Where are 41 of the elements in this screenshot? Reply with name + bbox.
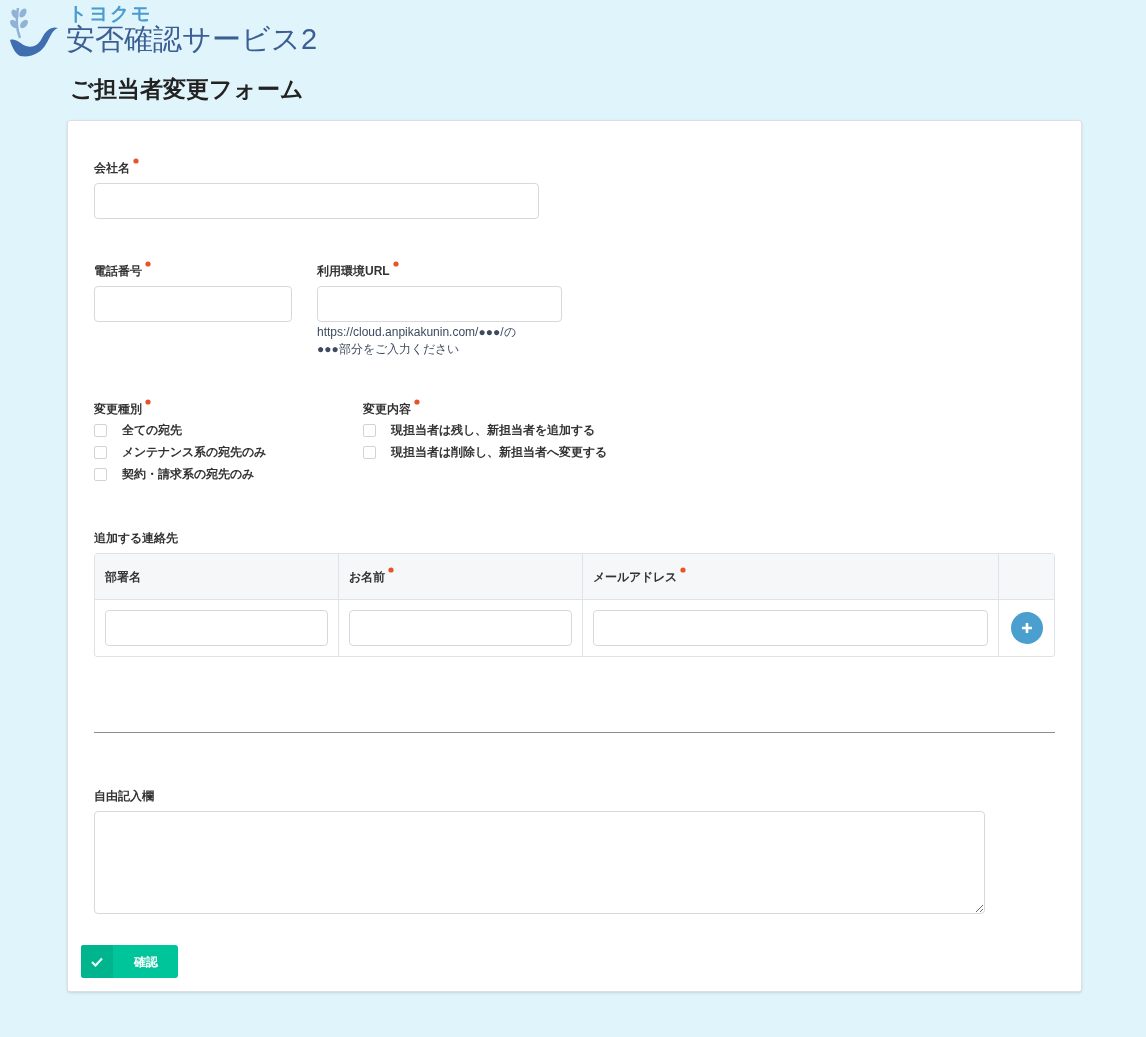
page-title: ご担当者変更フォーム	[70, 75, 305, 104]
checkbox[interactable]	[363, 423, 376, 437]
required-icon	[145, 399, 151, 405]
checkbox-label: 契約・請求系の宛先のみ	[122, 466, 254, 483]
checkbox-label: 現担当者は残し、新担当者を追加する	[391, 422, 595, 439]
column-header: 部署名	[105, 568, 141, 586]
input-field[interactable]	[94, 286, 292, 322]
checkbox-label: 現担当者は削除し、新担当者へ変更する	[391, 444, 607, 461]
field-label: 変更種別	[94, 400, 151, 418]
field-label: 電話番号	[94, 262, 151, 280]
notes-textarea[interactable]	[94, 811, 985, 914]
required-icon	[388, 566, 394, 573]
field-label: 会社名	[94, 159, 139, 177]
field-label: 利用環境URL	[317, 262, 399, 280]
brand-name: トヨクモ	[68, 4, 153, 23]
required-icon	[145, 261, 151, 267]
input-field[interactable]	[593, 610, 988, 646]
input-field[interactable]	[105, 610, 328, 646]
confirm-button[interactable]: 確認	[81, 945, 178, 978]
checkbox[interactable]	[94, 467, 107, 481]
checkbox[interactable]	[363, 445, 376, 459]
checkbox-label: メンテナンス系の宛先のみ	[122, 444, 266, 461]
column-header: メールアドレス	[593, 567, 686, 586]
input-field[interactable]	[317, 286, 562, 322]
checkbox[interactable]	[94, 445, 107, 459]
check-icon	[91, 956, 103, 967]
required-icon	[133, 158, 139, 164]
add-button[interactable]	[1010, 612, 1043, 644]
plus-icon	[1020, 622, 1033, 634]
column-header: お名前	[349, 567, 394, 586]
required-icon	[680, 566, 686, 573]
input-field[interactable]	[94, 183, 539, 219]
checkbox-label: 全ての宛先	[122, 422, 182, 439]
help-text: https://cloud.anpikakunin.com/●●●/の ●●●部分をご入力ください	[317, 324, 517, 358]
field-label: 変更内容	[363, 400, 420, 418]
required-icon	[414, 399, 420, 405]
checkbox[interactable]	[94, 423, 107, 437]
required-icon	[392, 261, 399, 267]
field-label: 自由記入欄	[94, 788, 154, 805]
input-field[interactable]	[349, 610, 572, 646]
field-label: 追加する連絡先	[94, 530, 178, 547]
